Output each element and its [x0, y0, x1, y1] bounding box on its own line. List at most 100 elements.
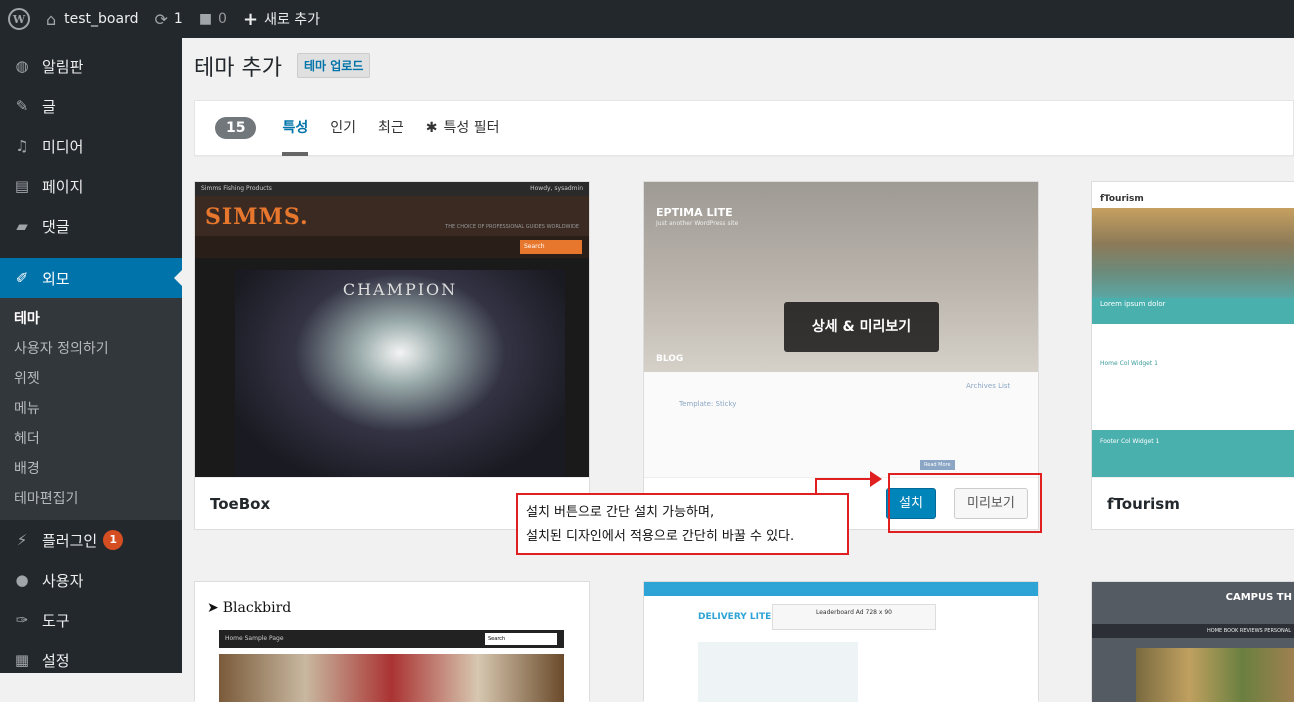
shot-tagline: Just another WordPress site: [656, 220, 739, 227]
theme-card-campus[interactable]: CAMPUS TH HOME BOOK REVIEWS PERSONAL: [1091, 581, 1294, 702]
updates-count: 1: [173, 11, 183, 27]
sidebar-item-users[interactable]: ● 사용자: [0, 560, 182, 600]
home-icon: ⌂: [46, 9, 57, 29]
shot-read-more: Read More: [920, 460, 955, 470]
wordpress-logo-icon[interactable]: W: [0, 0, 38, 38]
submenu-widgets[interactable]: 위젯: [0, 364, 182, 394]
sidebar-item-pages[interactable]: ▤ 페이지: [0, 166, 182, 206]
sidebar-item-label: 설정: [42, 651, 70, 670]
sidebar-item-label: 도구: [42, 611, 70, 630]
sidebar-item-media[interactable]: ♫ 미디어: [0, 126, 182, 166]
sidebar-item-label: 외모: [42, 269, 70, 288]
sidebar-item-label: 알림판: [42, 57, 84, 76]
submenu-menus[interactable]: 메뉴: [0, 394, 182, 424]
tab-popular[interactable]: 인기: [330, 100, 356, 156]
feature-filter-label: 특성 필터: [443, 120, 500, 136]
annotation-connector: [815, 478, 817, 493]
sidebar-item-label: 미디어: [42, 137, 84, 156]
plus-icon: +: [242, 8, 259, 30]
highlight-install-buttons: [888, 473, 1042, 533]
sidebar-item-posts[interactable]: ✎ 글: [0, 86, 182, 126]
theme-card-ftourism[interactable]: fTourism Lorem ipsum dolor Home Col Widg…: [1091, 181, 1294, 530]
shot-tagline: THE CHOICE OF PROFESSIONAL GUIDES WORLDW…: [445, 224, 579, 230]
details-preview-overlay[interactable]: 상세 & 미리보기: [784, 302, 939, 352]
comment-icon: ■: [198, 11, 213, 27]
appearance-icon: ✐: [15, 269, 29, 287]
sidebar-item-label: 플러그인: [42, 531, 98, 550]
shot-ad: Leaderboard Ad 728 x 90: [772, 604, 936, 630]
callout-line-2: 설치된 디자인에서 적용으로 간단히 바꿀 수 있다.: [526, 529, 795, 544]
submenu-theme-editor[interactable]: 테마편집기: [0, 484, 182, 514]
settings-icon: ▦: [14, 651, 30, 669]
comment-icon: ▰: [16, 217, 28, 235]
theme-card-toebox[interactable]: Simms Fishing Products Howdy, sysadmin SI…: [194, 181, 590, 530]
updates-icon: ⟳: [154, 9, 168, 29]
sidebar-item-appearance[interactable]: ✐ 외모: [0, 258, 182, 298]
shot-brand: EPTIMA LITE: [656, 206, 733, 219]
theme-screenshot: ➤ Blackbird Home Sample Page Search: [195, 582, 589, 702]
shot-banner: CHAMPION: [342, 280, 458, 299]
svg-text:W: W: [12, 13, 26, 26]
shot-archives: Archives List: [966, 382, 1011, 390]
shot-brand-text: Blackbird: [222, 600, 292, 616]
shot-search: Search: [520, 240, 582, 254]
shot-howdy: Howdy, sysadmin: [530, 185, 583, 192]
users-icon: ●: [15, 571, 29, 589]
theme-card-delivery-lite[interactable]: DELIVERY LITE Leaderboard Ad 728 x 90: [643, 581, 1039, 702]
new-content-link[interactable]: + 새로 추가: [235, 0, 328, 38]
annotation-callout: 설치 버튼으로 간단 설치 가능하며, 설치된 디자인에서 적용으로 간단히 바…: [516, 493, 849, 555]
site-name-link[interactable]: ⌂ test_board: [38, 0, 146, 38]
feature-filter-link[interactable]: ✱ 특성 필터: [426, 100, 500, 156]
submenu-header[interactable]: 헤더: [0, 424, 182, 454]
appearance-submenu: 테마 사용자 정의하기 위젯 메뉴 헤더 배경 테마편집기: [0, 298, 182, 520]
tools-icon: ✑: [15, 611, 29, 629]
sidebar-item-label: 댓글: [42, 217, 70, 236]
sidebar-item-comments[interactable]: ▰ 댓글: [0, 206, 182, 246]
media-icon: ♫: [15, 137, 29, 155]
annotation-connector: [815, 478, 873, 480]
sidebar-item-label: 글: [42, 97, 56, 116]
shot-brand: fTourism: [1100, 194, 1144, 204]
theme-screenshot: EPTIMA LITE Just another WordPress site …: [644, 182, 1038, 477]
submenu-background[interactable]: 배경: [0, 454, 182, 484]
shot-search: Search: [485, 633, 557, 645]
shot-brand: SIMMS.: [205, 204, 309, 230]
tab-latest[interactable]: 최근: [378, 100, 404, 156]
updates-link[interactable]: ⟳ 1: [146, 0, 190, 38]
sidebar-item-tools[interactable]: ✑ 도구: [0, 600, 182, 640]
dashboard-icon: ◍: [15, 57, 29, 75]
admin-sidebar: ◍ 알림판 ✎ 글 ♫ 미디어 ▤ 페이지 ▰ 댓글 ✐ 외모 테마 사용자 정의하기 위젯…: [0, 38, 182, 673]
page-title: 테마 추가: [194, 56, 282, 81]
shot-footer-widget: Footer Col Widget 1: [1092, 430, 1294, 477]
shot-topbar: Simms Fishing Products: [201, 185, 272, 192]
shot-post: Template: Sticky: [679, 400, 737, 408]
new-label: 새로 추가: [264, 12, 321, 28]
theme-screenshot: fTourism Lorem ipsum dolor Home Col Widg…: [1092, 182, 1294, 477]
shot-brand: ➤ Blackbird: [207, 600, 291, 616]
bird-icon: ➤: [207, 600, 219, 616]
theme-screenshot: DELIVERY LITE Leaderboard Ad 728 x 90: [644, 582, 1038, 702]
comments-link[interactable]: ■ 0: [191, 0, 235, 38]
theme-screenshot: Simms Fishing Products Howdy, sysadmin SI…: [195, 182, 589, 477]
admin-bar: W ⌂ test_board ⟳ 1 ■ 0 + 새로 추가: [0, 0, 1294, 38]
sidebar-item-label: 페이지: [42, 177, 84, 196]
submenu-customize[interactable]: 사용자 정의하기: [0, 334, 182, 364]
shot-home-widget: Home Col Widget 1: [1100, 360, 1158, 367]
plugin-icon: ⚡: [16, 531, 28, 549]
theme-screenshot: CAMPUS TH HOME BOOK REVIEWS PERSONAL: [1092, 582, 1294, 702]
theme-count: 15: [215, 117, 257, 139]
pin-icon: ✎: [15, 97, 29, 115]
submenu-themes[interactable]: 테마: [0, 304, 182, 334]
sidebar-item-settings[interactable]: ▦ 설정: [0, 640, 182, 680]
upload-theme-button[interactable]: 테마 업로드: [297, 53, 371, 78]
page-icon: ▤: [14, 177, 30, 195]
theme-card-blackbird[interactable]: ➤ Blackbird Home Sample Page Search: [194, 581, 590, 702]
sidebar-item-label: 사용자: [42, 571, 84, 590]
sidebar-item-plugins[interactable]: ⚡ 플러그인 1: [0, 520, 182, 560]
shot-lorem: Lorem ipsum dolor: [1092, 298, 1294, 324]
shot-brand: CAMPUS TH: [1225, 592, 1292, 603]
tab-featured[interactable]: 특성: [282, 100, 308, 156]
callout-line-1: 설치 버튼으로 간단 설치 가능하며,: [526, 505, 715, 520]
sidebar-item-dashboard[interactable]: ◍ 알림판: [0, 46, 182, 86]
main-content: 테마 추가 테마 업로드 15 특성 인기 최근 ✱ 특성 필터 Simms Fi…: [182, 38, 1294, 702]
